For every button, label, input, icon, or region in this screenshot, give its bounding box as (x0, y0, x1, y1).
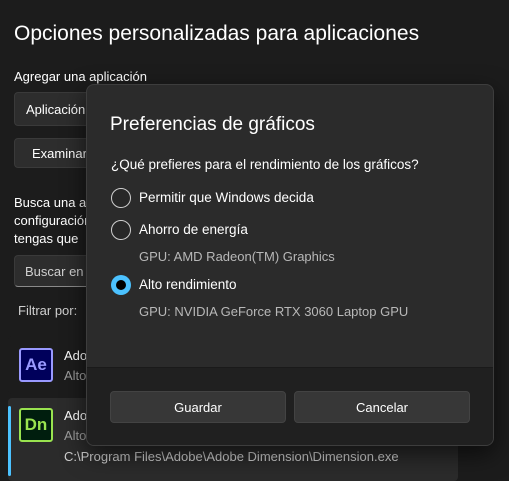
save-button[interactable]: Guardar (110, 391, 286, 423)
dimension-icon: Dn (19, 408, 53, 442)
dialog-footer: Guardar Cancelar (87, 367, 493, 445)
dialog-question: ¿Qué prefieres para el rendimiento de lo… (111, 157, 419, 172)
radio-label: Alto rendimiento (139, 277, 237, 292)
selection-indicator (8, 406, 11, 476)
page-title: Opciones personalizadas para aplicacione… (14, 22, 420, 45)
cancel-button[interactable]: Cancelar (294, 391, 470, 423)
radio-button[interactable] (111, 220, 131, 240)
radio-button[interactable] (111, 188, 131, 208)
dialog-title: Preferencias de gráficos (110, 114, 315, 135)
after-effects-icon: Ae (19, 348, 53, 382)
gpu-info-power-saving: GPU: AMD Radeon(TM) Graphics (139, 249, 335, 264)
app-path: C:\Program Files\Adobe\Adobe Dimension\D… (64, 449, 399, 464)
radio-label: Permitir que Windows decida (139, 190, 314, 205)
gpu-info-high-performance: GPU: NVIDIA GeForce RTX 3060 Laptop GPU (139, 304, 409, 319)
filter-label: Filtrar por: (18, 303, 78, 318)
add-app-label: Agregar una aplicación (14, 69, 147, 84)
settings-window: Opciones personalizadas para aplicacione… (0, 0, 509, 481)
graphics-preference-dialog: Preferencias de gráficos ¿Qué prefieres … (86, 84, 494, 446)
radio-label: Ahorro de energía (139, 222, 248, 237)
radio-button-selected[interactable] (111, 275, 131, 295)
